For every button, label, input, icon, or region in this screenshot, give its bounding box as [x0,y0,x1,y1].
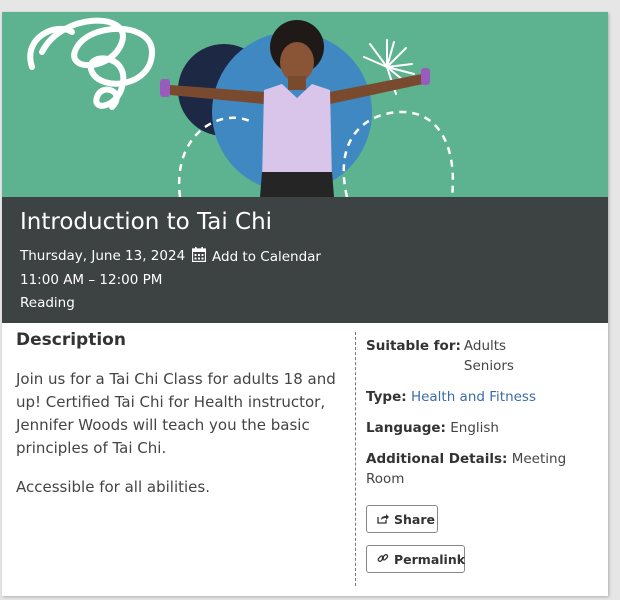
description-heading: Description [16,330,126,350]
type-link[interactable]: Health and Fitness [411,389,536,405]
permalink-button[interactable]: Permalink [366,545,465,573]
add-to-calendar-label: Add to Calendar [212,248,321,265]
event-title: Introduction to Tai Chi [20,209,273,235]
calendar-icon [191,247,207,266]
type-row: Type: Health and Fitness [366,387,606,407]
event-header: Introduction to Tai Chi Thursday, June 1… [2,197,608,323]
description-section: Description Join us for a Tai Chi Class … [16,330,346,515]
event-card: Introduction to Tai Chi Thursday, June 1… [2,12,608,596]
event-date: Thursday, June 13, 2024 [20,248,186,264]
link-icon [377,552,389,567]
event-hero-image [2,12,608,197]
suitable-for-row: Suitable for: Adults Seniors [366,336,606,376]
event-details: Suitable for: Adults Seniors Type: Healt… [366,336,606,500]
suitable-for-label: Suitable for: [366,338,461,354]
add-to-calendar-link[interactable]: Add to Calendar [191,247,321,266]
suitable-for-value: Seniors [463,358,514,374]
column-divider [355,332,356,586]
event-branch: Reading [20,295,75,311]
additional-details-row: Additional Details: Meeting Room [366,449,606,489]
language-row: Language: English [366,418,606,438]
language-label: Language: [366,420,446,436]
share-icon [377,512,389,527]
type-label: Type: [366,389,407,405]
permalink-label: Permalink [394,551,466,567]
share-button[interactable]: Share [366,505,438,533]
event-time: 11:00 AM – 12:00 PM [20,272,163,288]
additional-details-label: Additional Details: [366,451,508,467]
share-label: Share [394,511,435,527]
description-paragraph: Join us for a Tai Chi Class for adults 1… [16,370,336,457]
description-paragraph: Accessible for all abilities. [16,478,210,496]
suitable-for-value: Adults [463,338,507,354]
language-value: English [450,420,499,436]
